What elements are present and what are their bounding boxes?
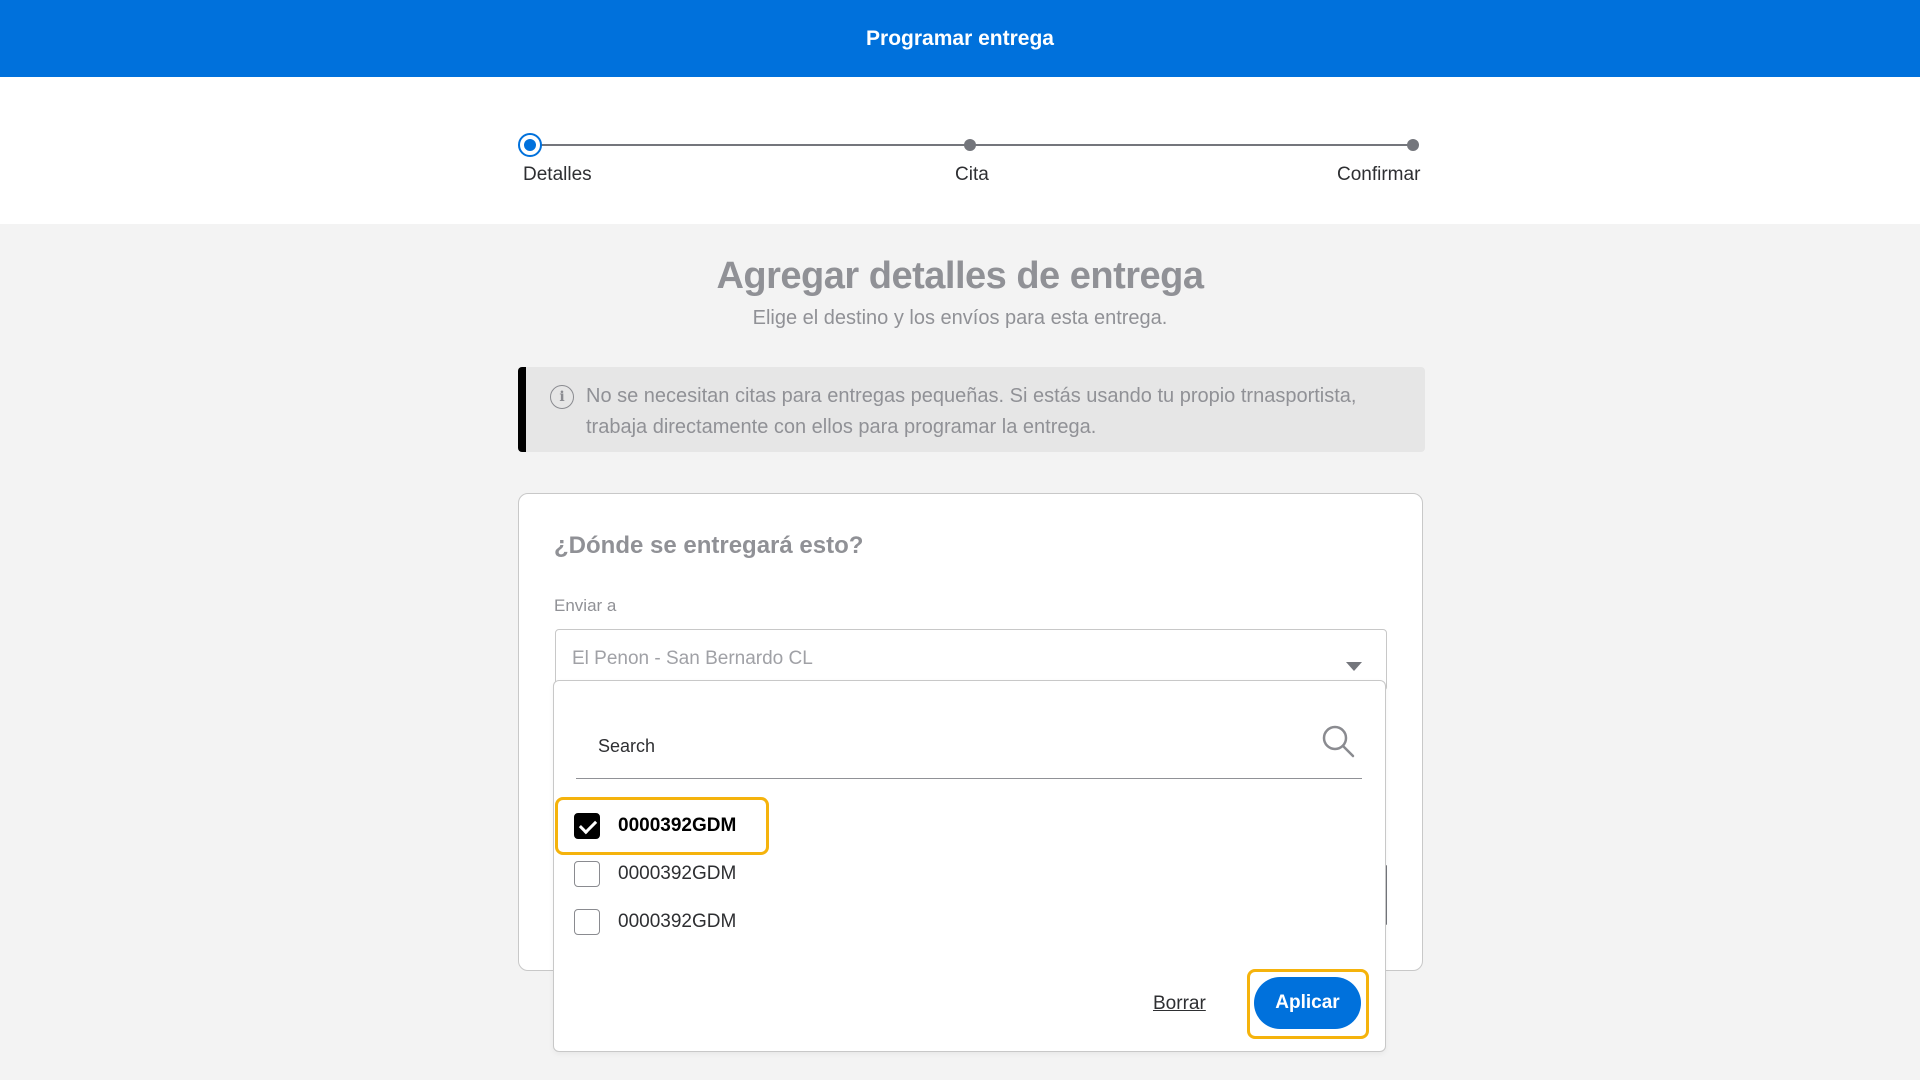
clear-link[interactable]: Borrar xyxy=(1153,993,1206,1015)
info-banner-text: No se necesitan citas para entregas pequ… xyxy=(586,385,1357,438)
step-confirmar-indicator xyxy=(1407,139,1419,151)
apply-button[interactable]: Aplicar xyxy=(1254,977,1361,1029)
step-label-confirmar: Confirmar xyxy=(1337,164,1421,185)
card-question: ¿Dónde se entregará esto? xyxy=(554,532,864,559)
ship-to-value: El Penon - San Bernardo CL xyxy=(572,648,813,669)
search-icon[interactable] xyxy=(1320,723,1356,759)
checkbox-unchecked[interactable] xyxy=(574,861,600,887)
top-header-bar: Programar entrega xyxy=(0,0,1920,77)
shipment-option-3[interactable]: 0000392GDM xyxy=(574,902,736,942)
step-detalles-indicator xyxy=(518,133,542,157)
step-label-cita: Cita xyxy=(955,164,989,185)
option-label: 0000392GDM xyxy=(618,863,737,884)
info-banner: i No se necesitan citas para entregas pe… xyxy=(518,367,1425,452)
option-label: 0000392GDM xyxy=(618,815,737,836)
step-cita-indicator xyxy=(964,139,976,151)
checkbox-unchecked[interactable] xyxy=(574,909,600,935)
page-subtitle: Elige el destino y los envíos para esta … xyxy=(752,307,1168,329)
step-label-detalles: Detalles xyxy=(523,164,592,185)
chevron-down-icon xyxy=(1346,662,1362,671)
progress-stepper: Detalles Cita Confirmar xyxy=(0,77,1920,224)
page-title: Agregar detalles de entrega xyxy=(716,255,1204,297)
search-row xyxy=(576,707,1362,779)
shipment-option-2[interactable]: 0000392GDM xyxy=(574,854,736,894)
shipment-dropdown: 0000392GDM 0000392GDM 0000392GDM Borrar … xyxy=(553,680,1386,1052)
ship-to-label: Enviar a xyxy=(554,596,617,615)
option-label: 0000392GDM xyxy=(618,911,737,932)
shipment-option-1[interactable]: 0000392GDM xyxy=(574,806,736,846)
search-input[interactable] xyxy=(598,731,1248,761)
header-title: Programar entrega xyxy=(866,26,1054,50)
info-icon: i xyxy=(550,385,574,409)
checkbox-checked[interactable] xyxy=(574,813,600,839)
